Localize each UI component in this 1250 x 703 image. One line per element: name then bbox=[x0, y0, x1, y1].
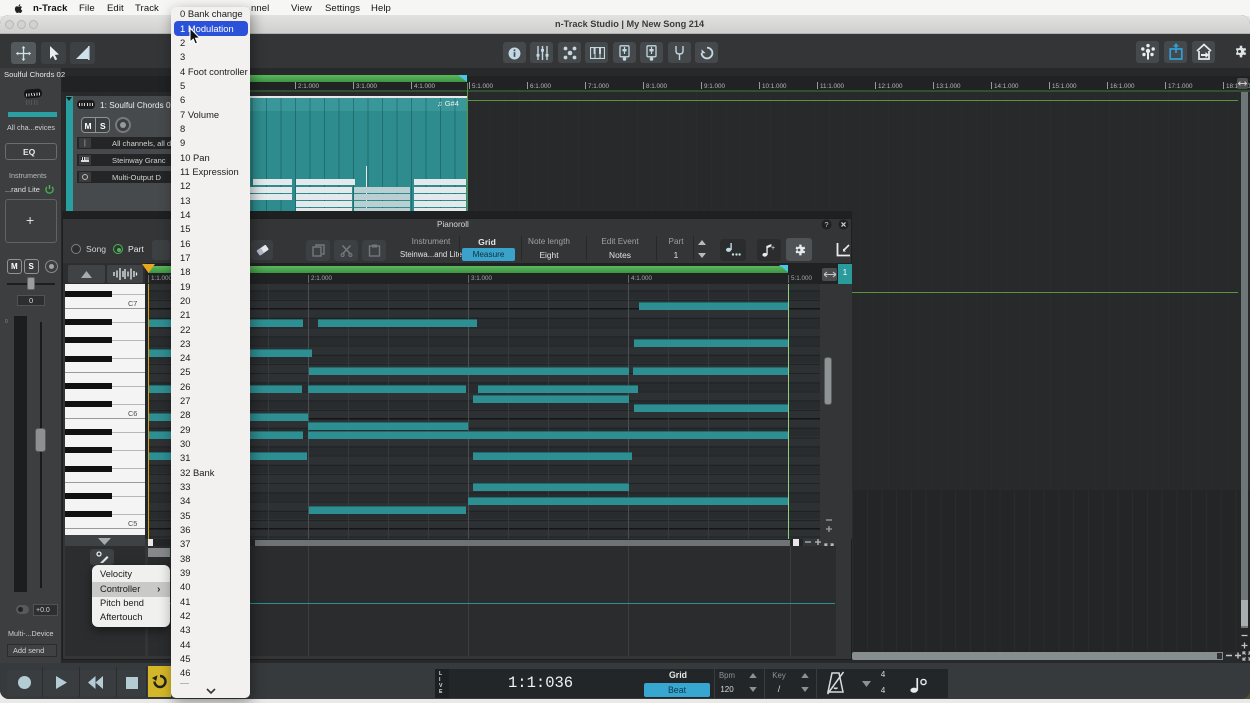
svg-text:?: ? bbox=[824, 220, 828, 229]
svg-text:+: + bbox=[771, 245, 775, 252]
